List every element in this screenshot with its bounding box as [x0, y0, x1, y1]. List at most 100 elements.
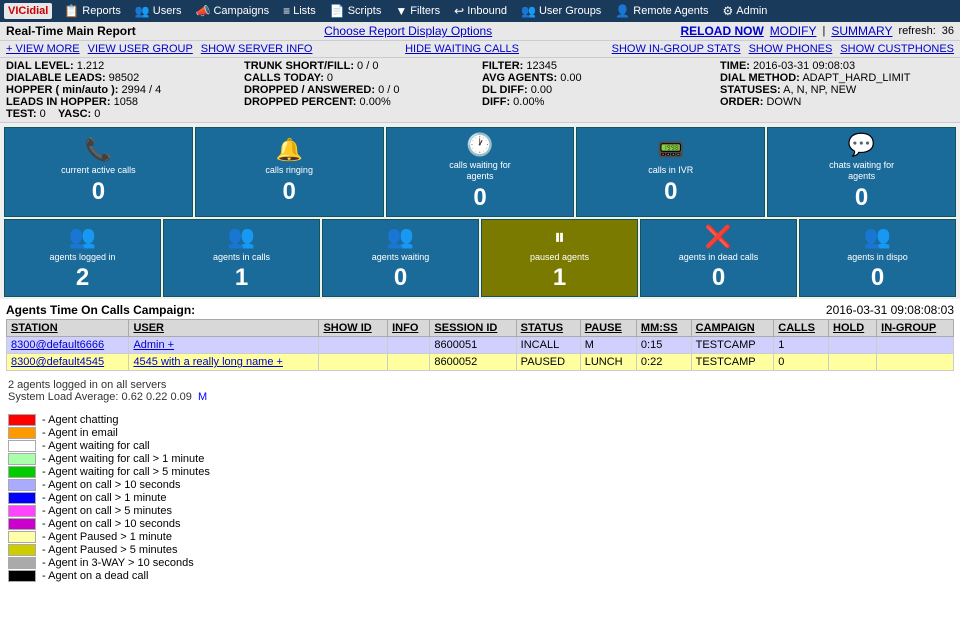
legend-item: - Agent on call > 1 minute — [8, 492, 952, 504]
tile-agents-dispo[interactable]: 👥 agents in dispo 0 — [799, 219, 956, 298]
tile-agents-dead[interactable]: ❌ agents in dead calls 0 — [640, 219, 797, 298]
legend-text: - Agent on call > 5 minutes — [42, 505, 172, 517]
header-bar: Real-Time Main Report Choose Report Disp… — [0, 22, 960, 41]
nav-users[interactable]: 👥 Users — [129, 2, 188, 20]
tile-label-agents-dispo: agents in dispo — [847, 252, 908, 263]
stats-section: DIAL LEVEL: 1.212 DIALABLE LEADS: 98502 … — [0, 58, 960, 123]
user-groups-icon: 👥 — [521, 4, 536, 18]
nav-lists[interactable]: ≡ Lists — [277, 2, 322, 20]
col-in-group[interactable]: IN-GROUP — [877, 320, 954, 337]
statuses-value: A, N, NP, NEW — [783, 84, 856, 96]
reload-button[interactable]: RELOAD NOW — [680, 24, 763, 38]
col-campaign[interactable]: CAMPAIGN — [691, 320, 774, 337]
user-link[interactable]: Admin + — [133, 339, 174, 351]
tile-icon-agents-calls: 👥 — [228, 224, 255, 250]
choose-options-link[interactable]: Choose Report Display Options — [324, 24, 492, 38]
hide-waiting-link[interactable]: HIDE WAITING CALLS — [405, 43, 519, 55]
legend-item: - Agent on call > 5 minutes — [8, 505, 952, 517]
col-station[interactable]: STATION — [7, 320, 129, 337]
calls-today-label: CALLS TODAY: — [244, 72, 324, 84]
nav-remote-agents[interactable]: 👤 Remote Agents — [609, 2, 714, 20]
tile-calls-waiting[interactable]: 🕐 calls waiting for agents 0 — [386, 127, 575, 217]
legend-swatch — [8, 518, 36, 530]
cell-7: 0:22 — [636, 354, 691, 371]
view-user-group-link[interactable]: VIEW USER GROUP — [88, 43, 193, 55]
col-pause[interactable]: PAUSE — [580, 320, 636, 337]
tile-agents-calls[interactable]: 👥 agents in calls 1 — [163, 219, 320, 298]
legend-text: - Agent Paused > 1 minute — [42, 531, 172, 543]
legend-item: - Agent chatting — [8, 414, 952, 426]
tile-calls-ringing[interactable]: 🔔 calls ringing 0 — [195, 127, 384, 217]
station-link[interactable]: 8300@default6666 — [11, 339, 104, 351]
tile-icon-calls-waiting: 🕐 — [466, 132, 493, 158]
admin-icon: ⚙ — [722, 4, 733, 18]
tile-agents-waiting[interactable]: 👥 agents waiting 0 — [322, 219, 479, 298]
show-in-group-link[interactable]: SHOW IN-GROUP STATS — [612, 43, 741, 55]
col-user[interactable]: USER — [129, 320, 319, 337]
remote-agents-icon: 👤 — [615, 4, 630, 18]
cell-8: TESTCAMP — [691, 354, 774, 371]
cell-10 — [829, 337, 877, 354]
legend-item: - Agent waiting for call > 1 minute — [8, 453, 952, 465]
tile-paused-agents[interactable]: ⏸ paused agents 1 — [481, 219, 638, 298]
dial-level-label: DIAL LEVEL: — [6, 60, 74, 72]
statuses-label: STATUSES: — [720, 84, 781, 96]
station-link[interactable]: 8300@default4545 — [11, 356, 104, 368]
nav-user-groups[interactable]: 👥 User Groups — [515, 2, 607, 20]
nav-filters[interactable]: ▼ Filters — [389, 2, 446, 20]
trunk-label: TRUNK SHORT/FILL: — [244, 60, 354, 72]
tile-label-chats-waiting: chats waiting for agents — [817, 160, 907, 182]
view-more-link[interactable]: + VIEW MORE — [6, 43, 80, 55]
dropped-answered-value: 0 / 0 — [378, 84, 399, 96]
show-phones-link[interactable]: SHOW PHONES — [749, 43, 833, 55]
col-info[interactable]: INFO — [388, 320, 430, 337]
nav-scripts[interactable]: 📄 Scripts — [324, 2, 388, 20]
show-server-info-link[interactable]: SHOW SERVER INFO — [201, 43, 313, 55]
time-value: 2016-03-31 09:08:03 — [753, 60, 855, 72]
avg-agents-value: 0.00 — [560, 72, 581, 84]
modify-link[interactable]: MODIFY — [770, 24, 817, 38]
col-show-id[interactable]: SHOW ID — [319, 320, 388, 337]
nav-admin[interactable]: ⚙ Admin — [716, 2, 773, 20]
tile-chats-waiting[interactable]: 💬 chats waiting for agents 0 — [767, 127, 956, 217]
tile-label-agents-dead: agents in dead calls — [679, 252, 759, 263]
col-session-id[interactable]: SESSION ID — [430, 320, 516, 337]
table-row: 8300@default6666Admin +8600051INCALLM0:1… — [7, 337, 954, 354]
legend-swatch — [8, 453, 36, 465]
tile-value-calls-waiting: 0 — [473, 184, 486, 212]
nav-inbound[interactable]: ↩ Inbound — [448, 2, 513, 20]
tile-value-agents-waiting: 0 — [394, 264, 407, 292]
dropped-pct-label: DROPPED PERCENT: — [244, 96, 356, 108]
tile-value-agents-dead: 0 — [712, 264, 725, 292]
nav-reports[interactable]: 📋 Reports — [58, 2, 126, 20]
tile-label-calls-ivr: calls in IVR — [648, 165, 693, 176]
dialable-leads-value: 98502 — [109, 72, 140, 84]
legend-text: - Agent waiting for call > 1 minute — [42, 453, 204, 465]
tile-icon-agents-dispo: 👥 — [864, 224, 891, 250]
col-calls[interactable]: CALLS — [774, 320, 829, 337]
yasc-value: 0 — [94, 108, 100, 120]
campaigns-icon: 📣 — [196, 4, 211, 18]
diff-value: 0.00% — [513, 96, 544, 108]
stats-col3: FILTER: 12345 AVG AGENTS: 0.00 DL DIFF: … — [482, 60, 716, 120]
agents-header: Agents Time On Calls Campaign: 2016-03-3… — [6, 303, 954, 317]
tile-calls-ivr[interactable]: 📟 calls in IVR 0 — [576, 127, 765, 217]
tile-agents-logged[interactable]: 👥 agents logged in 2 — [4, 219, 161, 298]
show-custphones-link[interactable]: SHOW CUSTPHONES — [840, 43, 954, 55]
summary-link[interactable]: SUMMARY — [831, 24, 892, 38]
cell-9: 1 — [774, 337, 829, 354]
user-link[interactable]: 4545 with a really long name + — [133, 356, 283, 368]
cell-11 — [877, 354, 954, 371]
tile-current-active[interactable]: 📞 current active calls 0 — [4, 127, 193, 217]
cell-3 — [388, 337, 430, 354]
col-status[interactable]: STATUS — [516, 320, 580, 337]
sys-line2: System Load Average: 0.62 0.22 0.09 M — [8, 391, 952, 403]
legend-swatch — [8, 570, 36, 582]
calls-today-value: 0 — [327, 72, 333, 84]
col-mm:ss[interactable]: MM:SS — [636, 320, 691, 337]
nav-campaigns[interactable]: 📣 Campaigns — [190, 2, 276, 20]
legend-text: - Agent in email — [42, 427, 118, 439]
dial-method-label: DIAL METHOD: — [720, 72, 800, 84]
tile-icon-chats-waiting: 💬 — [848, 132, 875, 158]
col-hold[interactable]: HOLD — [829, 320, 877, 337]
